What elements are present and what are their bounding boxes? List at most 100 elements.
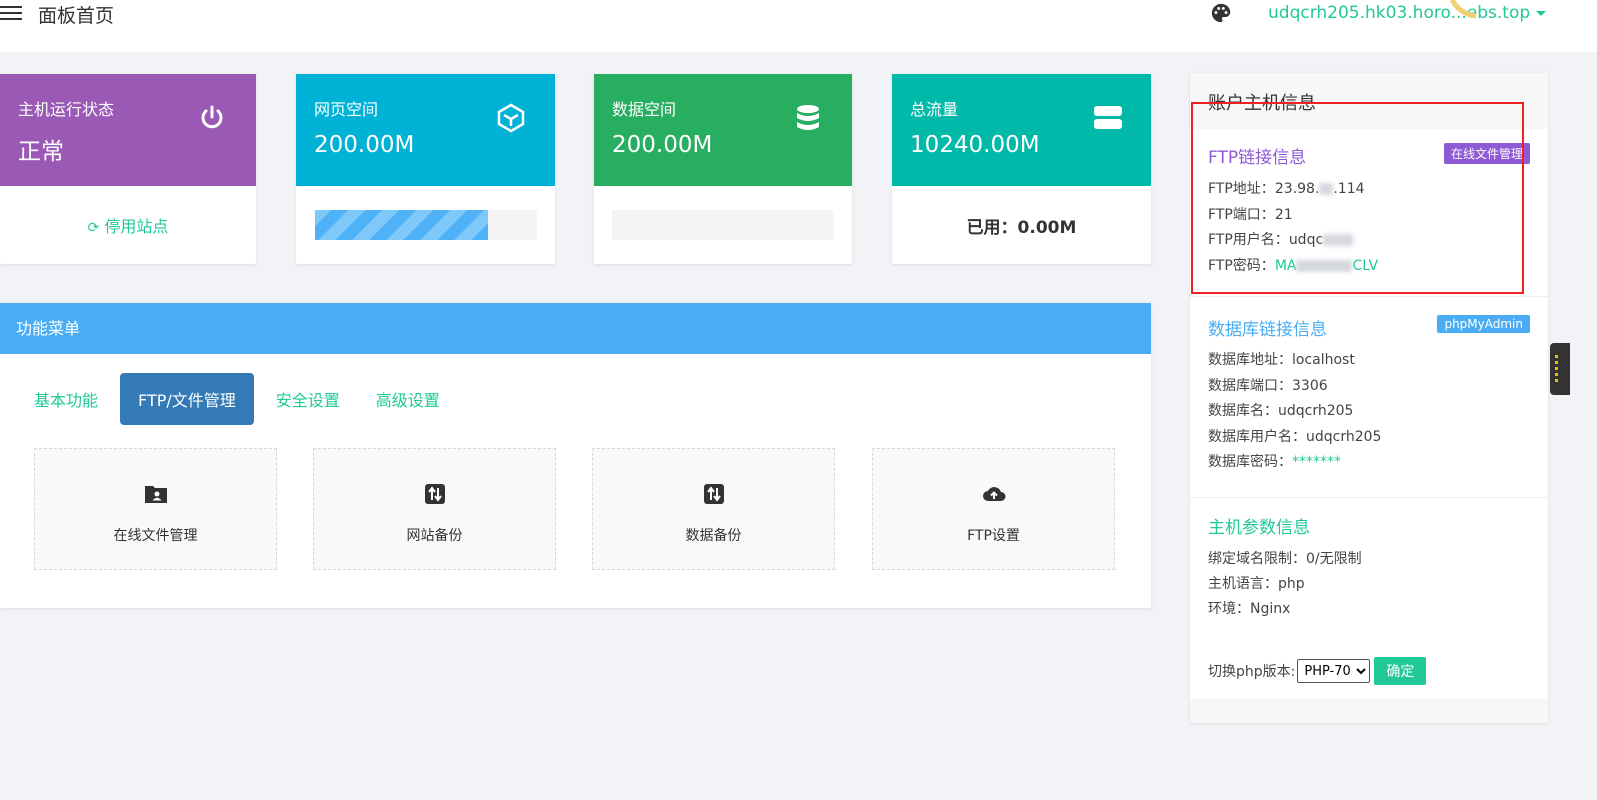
db-address-label: 数据库地址： xyxy=(1208,352,1292,368)
online-file-manager-button[interactable]: 在线文件管理 xyxy=(34,448,277,570)
ftp-address-label: FTP地址： xyxy=(1208,181,1275,197)
host-language-value: php xyxy=(1278,576,1305,592)
web-space-progress xyxy=(314,210,537,240)
environment-line: 环境：Nginx xyxy=(1208,598,1290,618)
stat-card-web-space: 网页空间 200.00M xyxy=(296,74,555,264)
page-title: 面板首页 xyxy=(38,5,115,27)
stat-card-data-space: 数据空间 200.00M xyxy=(594,74,852,264)
db-address-line: 数据库地址：localhost xyxy=(1208,349,1355,369)
php-version-select[interactable]: PHP-70 xyxy=(1297,659,1371,683)
ftp-section-title: FTP链接信息 xyxy=(1208,148,1307,168)
site-backup-button[interactable]: 网站备份 xyxy=(313,448,556,570)
server-icon xyxy=(1094,106,1122,129)
db-user-label: 数据库用户名： xyxy=(1208,429,1306,445)
phpmyadmin-badge[interactable]: phpMyAdmin xyxy=(1437,315,1530,333)
progress-fill xyxy=(314,210,488,240)
function-menu-title: 功能菜单 xyxy=(0,303,1151,354)
side-scroll-handle[interactable] xyxy=(1550,343,1570,395)
divider xyxy=(1190,296,1548,297)
pencil-decoration-icon xyxy=(1449,0,1477,19)
online-file-manager-badge[interactable]: 在线文件管理 xyxy=(1443,143,1530,164)
func-label: 网站备份 xyxy=(406,528,463,544)
stat-label: 网页空间 xyxy=(314,100,379,119)
data-space-progress xyxy=(612,210,834,240)
redacted-mask xyxy=(1296,260,1353,272)
stat-card-host-status: 主机运行状态 正常 ⟳ 停用站点 xyxy=(0,74,256,264)
db-port-value: 3306 xyxy=(1292,378,1328,394)
refresh-icon: ⟳ xyxy=(87,220,100,236)
db-name-value: udqcrh205 xyxy=(1278,403,1354,419)
redacted-mask xyxy=(1323,234,1354,246)
environment-label: 环境： xyxy=(1208,601,1250,617)
php-version-label: 切换php版本: xyxy=(1208,664,1296,680)
db-address-value: localhost xyxy=(1292,352,1355,368)
confirm-button[interactable]: 确定 xyxy=(1374,657,1427,685)
transfer-icon xyxy=(703,484,724,504)
traffic-used: 已用：0.00M xyxy=(966,217,1077,238)
divider xyxy=(1190,497,1548,498)
db-name-label: 数据库名： xyxy=(1208,403,1278,419)
stat-value: 200.00M xyxy=(314,132,415,158)
domain-dropdown[interactable]: udqcrh205.hk03.horo...ebs.top xyxy=(1268,3,1547,23)
domain-limit-value: 0/无限制 xyxy=(1306,551,1362,567)
ftp-address-tail: .114 xyxy=(1333,181,1365,197)
folder-user-icon xyxy=(144,486,167,503)
tab-basic[interactable]: 基本功能 xyxy=(20,375,112,423)
function-tabs: 基本功能 FTP/文件管理 安全设置 高级设置 xyxy=(20,373,462,425)
stat-card-footer: ⟳ 停用站点 xyxy=(0,186,256,264)
stat-card-header: 总流量 10240.00M xyxy=(892,74,1151,186)
database-icon xyxy=(797,105,819,130)
db-port-label: 数据库端口： xyxy=(1208,378,1292,394)
stat-card-footer xyxy=(296,186,555,264)
func-label: 在线文件管理 xyxy=(113,528,198,544)
data-backup-button[interactable]: 数据备份 xyxy=(592,448,835,570)
hamburger-menu-icon[interactable] xyxy=(0,4,26,22)
ftp-address-value: 23.98. xyxy=(1274,181,1320,197)
palette-icon[interactable] xyxy=(1210,2,1232,24)
stat-value: 10240.00M xyxy=(910,132,1040,158)
stat-card-header: 数据空间 200.00M xyxy=(594,74,852,186)
ftp-pass-value[interactable]: MA xyxy=(1275,258,1297,274)
ftp-pass-line: FTP密码：MA CLV xyxy=(1208,255,1378,275)
stat-card-header: 网页空间 200.00M xyxy=(296,74,555,186)
stat-card-footer: 已用：0.00M xyxy=(892,186,1151,264)
db-pass-line: 数据库密码：******* xyxy=(1208,451,1341,471)
caret-down-icon xyxy=(1536,10,1547,16)
ftp-pass-tail[interactable]: CLV xyxy=(1352,258,1378,274)
panel-footer xyxy=(1190,699,1548,723)
ftp-user-label: FTP用户名： xyxy=(1208,232,1289,248)
stat-card-footer xyxy=(594,186,852,264)
db-user-value: udqcrh205 xyxy=(1306,429,1382,445)
redacted-mask xyxy=(1319,183,1334,195)
tab-advanced[interactable]: 高级设置 xyxy=(362,375,454,423)
php-version-switch: 切换php版本: PHP-70 确定 xyxy=(1208,657,1427,685)
ftp-settings-button[interactable]: FTP设置 xyxy=(872,448,1115,570)
host-language-label: 主机语言： xyxy=(1208,576,1278,592)
stat-card-traffic: 总流量 10240.00M 已用：0.00M xyxy=(892,74,1151,264)
stat-value: 正常 xyxy=(18,139,64,165)
stat-label: 主机运行状态 xyxy=(18,100,115,119)
top-header: 面板首页 udqcrh205.hk03.horo...ebs.top xyxy=(0,0,1597,52)
db-user-line: 数据库用户名：udqcrh205 xyxy=(1208,426,1381,446)
ftp-port-line: FTP端口：21 xyxy=(1208,204,1293,224)
domain-limit-line: 绑定域名限制：0/无限制 xyxy=(1208,548,1362,568)
tab-security[interactable]: 安全设置 xyxy=(262,375,354,423)
tab-ftp-file[interactable]: FTP/文件管理 xyxy=(120,373,254,425)
environment-value: Nginx xyxy=(1250,601,1291,617)
stop-site-link[interactable]: ⟳ 停用站点 xyxy=(88,213,169,237)
db-pass-label: 数据库密码： xyxy=(1208,454,1292,470)
ftp-port-value: 21 xyxy=(1274,207,1293,223)
domain-limit-label: 绑定域名限制： xyxy=(1208,551,1306,567)
transfer-icon xyxy=(424,484,445,504)
host-section-title: 主机参数信息 xyxy=(1208,518,1310,538)
stat-value: 200.00M xyxy=(612,132,713,158)
stat-card-header: 主机运行状态 正常 xyxy=(0,74,256,186)
db-pass-value[interactable]: ******* xyxy=(1292,454,1341,470)
db-port-line: 数据库端口：3306 xyxy=(1208,375,1328,395)
ftp-port-label: FTP端口： xyxy=(1208,207,1275,223)
stat-label: 总流量 xyxy=(910,100,959,119)
power-icon xyxy=(201,105,223,129)
host-language-line: 主机语言：php xyxy=(1208,573,1305,593)
stop-site-label: 停用站点 xyxy=(104,217,169,236)
func-label: FTP设置 xyxy=(967,528,1020,544)
